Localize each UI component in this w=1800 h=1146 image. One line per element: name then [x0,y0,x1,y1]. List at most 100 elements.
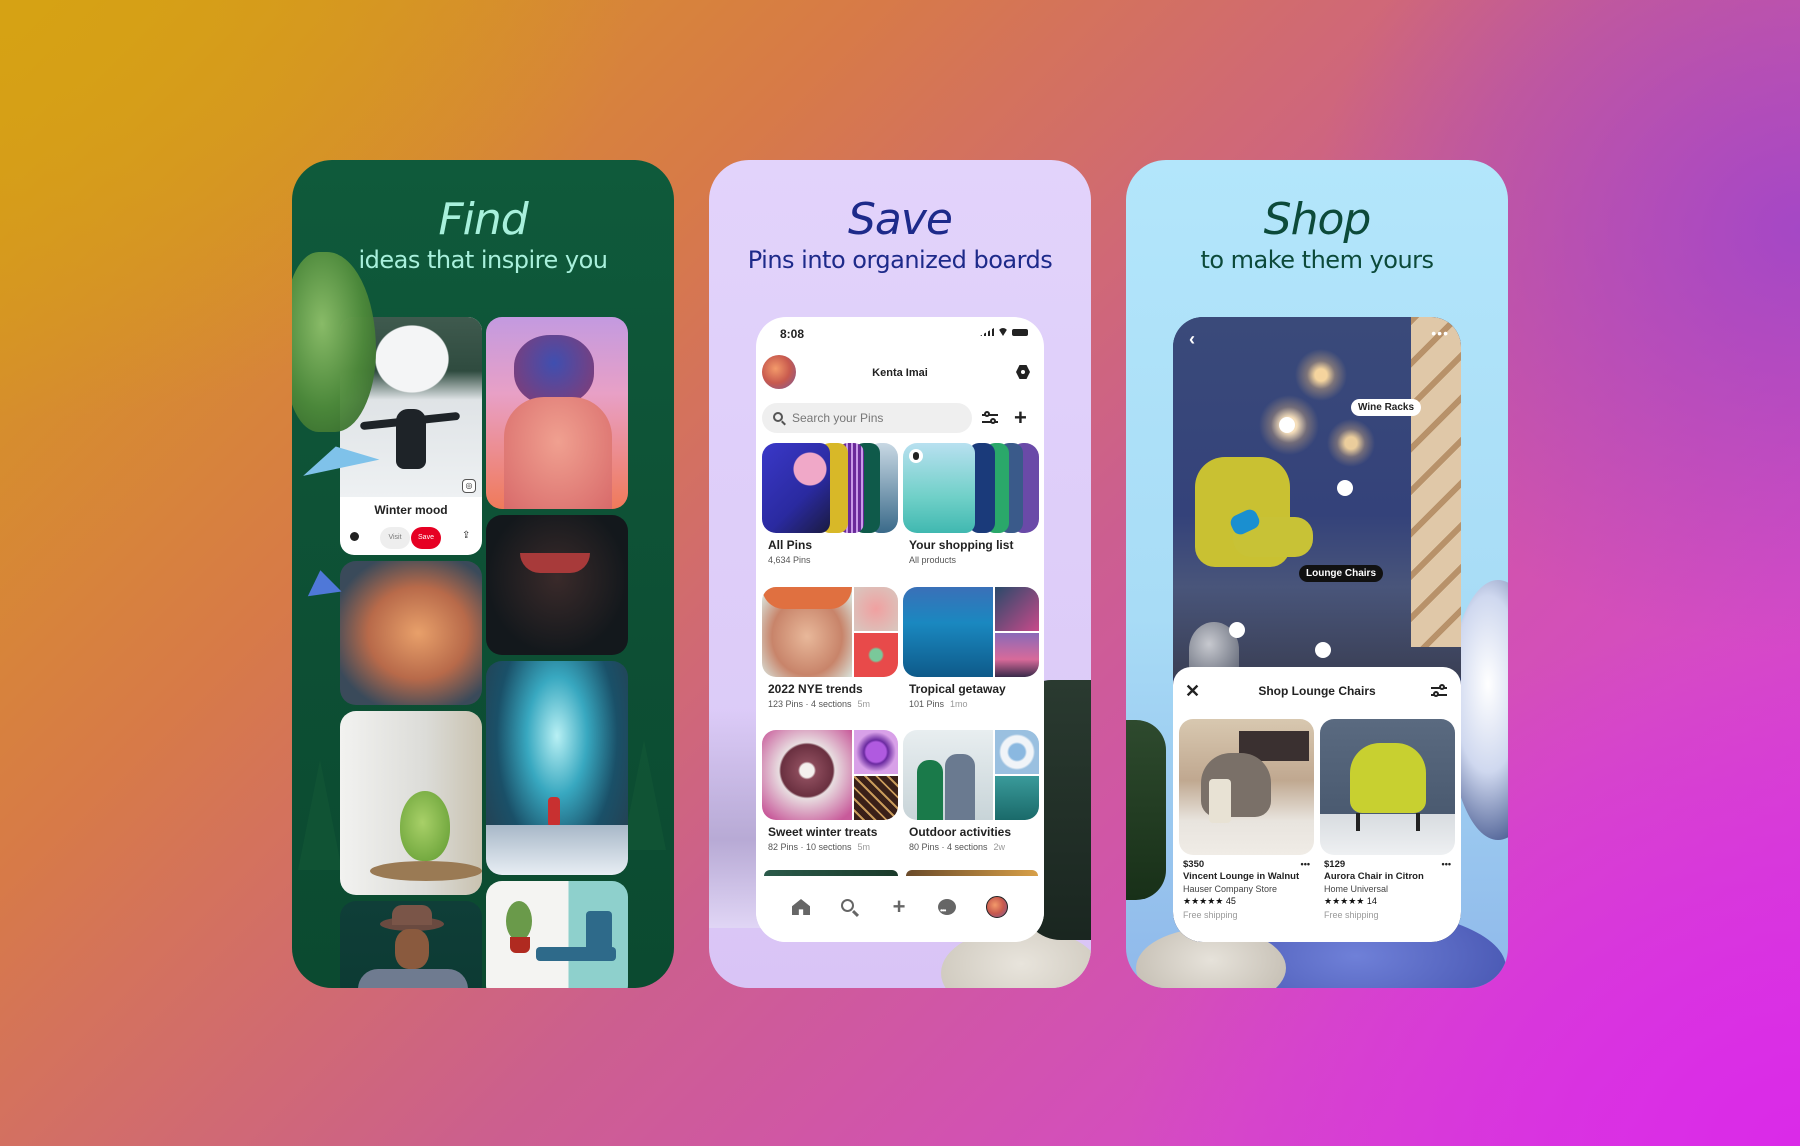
product-hotspot[interactable] [1315,642,1331,658]
bottom-nav: + [756,884,1044,942]
board-name: Outdoor activities [909,825,1012,839]
boot-decoration [1126,720,1166,900]
cover-tile [903,587,993,677]
signal-icon [980,328,994,336]
board-all-pins[interactable]: All Pins 4,634 Pins [762,443,898,565]
profile-screen: 8:08 Kenta Imai Search your Pins + All P… [756,317,1044,942]
back-icon[interactable]: ‹ [1189,329,1195,350]
product-hotspot[interactable] [1337,480,1353,496]
board-count: All products [909,555,957,565]
board-peek [764,870,898,876]
chair-shape [1350,743,1426,813]
tag-wine-racks[interactable]: Wine Racks [1351,399,1422,416]
wine-rack-shape [1411,317,1461,647]
pin-green-vase[interactable] [340,711,482,895]
board-count: 4,634 Pins [768,555,811,565]
pot-shape [510,937,530,953]
cover-tile [995,587,1039,631]
sheet-title: Shop Lounge Chairs [1258,684,1376,698]
share-icon[interactable]: ⇪ [462,531,472,541]
board-name: 2022 NYE trends [768,682,863,696]
review-count: 14 [1366,896,1377,906]
product-name: Aurora Chair in Citron [1324,871,1424,882]
product-card[interactable]: $129 ••• Aurora Chair in Citron Home Univ… [1320,719,1455,920]
search-placeholder: Search your Pins [792,411,884,425]
tag-lounge-chairs[interactable]: Lounge Chairs [1299,565,1384,582]
plus-icon: + [892,894,906,919]
coat-shape [504,397,612,509]
product-price: $350 [1183,859,1205,870]
chair-leg [1356,813,1360,831]
board-meta: All products [903,555,1039,565]
search-icon [773,412,783,422]
cover-tile [762,587,852,609]
chair-back [586,911,612,951]
board-meta: 80 Pins · 4 sections 2w [903,842,1039,852]
visual-search-icon[interactable]: ◎ [462,479,476,493]
cover-tile [995,776,1039,820]
board-sweet-winter-treats[interactable]: Sweet winter treats 82 Pins · 10 section… [762,730,898,852]
board-outdoor-activities[interactable]: Outdoor activities 80 Pins · 4 sections 2… [903,730,1039,852]
board-count: 80 Pins · 4 sections [909,842,988,852]
board-cover [762,443,898,533]
jacket-shape [358,969,468,988]
pin-glitter-face[interactable] [340,561,482,705]
shop-title: Shop [1263,194,1372,245]
board-name: All Pins [768,538,813,552]
paper-bird-decoration [304,567,342,597]
glass-shape [520,553,590,573]
board-tropical-getaway[interactable]: Tropical getaway 101 Pins 1mo [903,587,1039,709]
board-cover [903,587,1039,677]
create-board-button[interactable]: + [1014,407,1027,429]
nav-messages[interactable] [936,896,958,922]
board-shopping-list[interactable]: Your shopping list All products [903,443,1039,565]
throw-shape [1209,779,1231,823]
more-icon[interactable]: ••• [1431,325,1449,341]
hiker-shape [548,797,560,827]
pin-patio-chair[interactable] [486,881,628,988]
board-meta: 123 Pins · 4 sections 5m [762,699,898,709]
crystal-decoration [292,252,376,432]
save-subtitle: Pins into organized boards [747,246,1053,274]
product-hotspot[interactable] [1229,622,1245,638]
pin-actions: Visit Save ⇪ [340,527,482,549]
more-icon[interactable]: ••• [1442,859,1451,870]
nav-profile-avatar[interactable] [986,896,1008,918]
nav-search[interactable] [838,896,860,918]
chair-leg [1416,813,1420,831]
more-icon[interactable]: ••• [1301,859,1310,870]
face-shape [395,929,429,969]
product-store: Home Universal [1324,884,1389,894]
pin-hat-man[interactable] [340,901,482,988]
filter-icon[interactable] [1431,683,1447,699]
board-name: Tropical getaway [909,682,1006,696]
shop-sheet: ✕ Shop Lounge Chairs $350 ••• Vincent Lou… [1173,667,1461,942]
scarf-shape [514,335,594,405]
product-hotspot[interactable] [1279,417,1295,433]
shop-subtitle: to make them yours [1200,246,1434,274]
cover-tile [995,633,1039,677]
save-button[interactable]: Save [411,527,441,549]
cover-tile [854,776,898,820]
board-nye-trends[interactable]: 2022 NYE trends 123 Pins · 4 sections 5m [762,587,898,709]
filter-icon[interactable] [982,410,998,426]
product-card[interactable]: $350 ••• Vincent Lounge in Walnut Hauser … [1179,719,1314,920]
board-cover [762,730,898,820]
messages-icon [938,899,956,922]
nav-create[interactable]: + [888,896,910,918]
tree-decoration [622,740,666,850]
search-pins-input[interactable]: Search your Pins [762,403,972,433]
pin-scarf-coat[interactable] [486,317,628,509]
board-name: Your shopping list [909,538,1014,552]
board-meta: 101 Pins 1mo [903,699,1039,709]
product-store: Hauser Company Store [1183,884,1278,894]
comment-icon[interactable] [350,532,359,541]
home-icon [792,899,810,915]
nav-home[interactable] [790,896,812,918]
pin-ice-cave[interactable] [486,661,628,875]
status-time: 8:08 [780,327,805,341]
cover-tile [945,754,975,820]
board-meta: 82 Pins · 10 sections 5m [762,842,898,852]
visit-button[interactable]: Visit [380,527,410,549]
pin-cocktail[interactable] [486,515,628,655]
